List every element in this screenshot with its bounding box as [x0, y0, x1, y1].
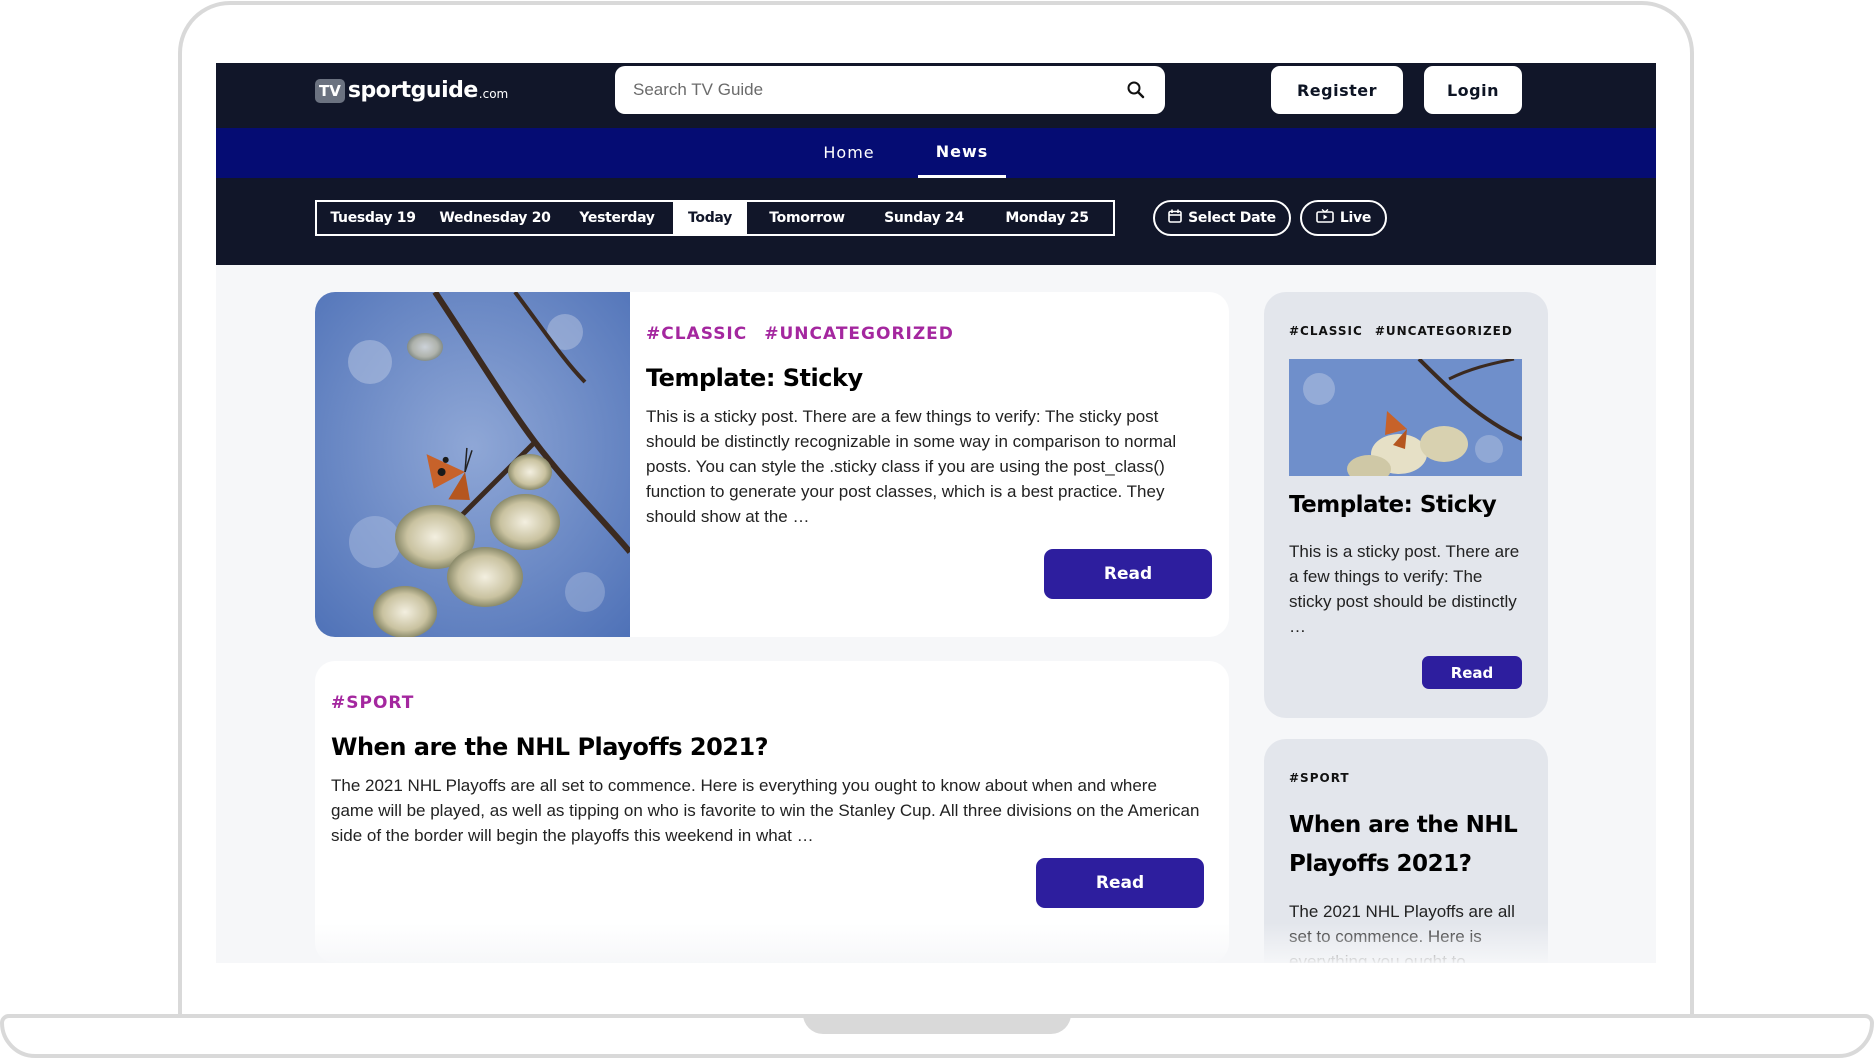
sidebar-post-thumbnail[interactable] — [1289, 359, 1522, 476]
date-tab-yesterday[interactable]: Yesterday — [561, 202, 673, 234]
tag-link[interactable]: #UNCATEGORIZED — [764, 324, 954, 344]
post-card: #SPORT When are the NHL Playoffs 2021? T… — [315, 661, 1229, 963]
sidebar-post-excerpt: This is a sticky post. There are a few t… — [1289, 542, 1520, 636]
sidebar-post-title[interactable]: When are the NHL Playoffs 2021? — [1289, 806, 1529, 884]
date-tab-tuesday-19[interactable]: Tuesday 19 — [317, 202, 429, 234]
date-tab-wednesday-20[interactable]: Wednesday 20 — [429, 202, 561, 234]
live-label: Live — [1339, 210, 1372, 226]
date-tabs: Tuesday 19 Wednesday 20 Yesterday Today … — [315, 200, 1115, 236]
tag-link[interactable]: #CLASSIC — [1289, 324, 1363, 338]
date-tab-today[interactable]: Today — [673, 202, 747, 234]
post-title[interactable]: When are the NHL Playoffs 2021? — [331, 733, 769, 761]
register-button[interactable]: Register — [1271, 66, 1403, 114]
tv-icon — [1316, 208, 1334, 227]
logo-tld: .com — [478, 86, 509, 101]
select-date-button[interactable]: Select Date — [1153, 200, 1291, 236]
logo-badge: TV — [315, 78, 345, 103]
browser-screen: TV sportguide .com Register Login Home N… — [216, 63, 1656, 963]
post-excerpt: This is a sticky post. There are a few t… — [646, 407, 1177, 526]
nav-item-home[interactable]: Home — [804, 128, 894, 178]
login-button[interactable]: Login — [1424, 66, 1522, 114]
calendar-icon — [1168, 209, 1182, 227]
top-header: TV sportguide .com Register Login — [216, 63, 1656, 128]
post-thumbnail[interactable] — [315, 292, 630, 637]
tag-link[interactable]: #UNCATEGORIZED — [1375, 324, 1513, 338]
nav-item-news[interactable]: News — [918, 128, 1006, 178]
site-logo[interactable]: TV sportguide .com — [315, 78, 508, 103]
main-nav: Home News — [216, 128, 1656, 178]
sidebar-post-title[interactable]: Template: Sticky — [1289, 486, 1529, 525]
sidebar-post-card: #CLASSIC #UNCATEGORIZED Template: Sticky… — [1264, 292, 1548, 718]
date-bar: Tuesday 19 Wednesday 20 Yesterday Today … — [216, 178, 1656, 265]
sidebar-post-tags: #CLASSIC #UNCATEGORIZED — [1289, 324, 1513, 338]
select-date-label: Select Date — [1188, 210, 1276, 226]
scroll-fade — [216, 923, 1656, 963]
tag-link[interactable]: #SPORT — [331, 693, 414, 713]
post-title[interactable]: Template: Sticky — [646, 364, 863, 392]
post-card: #CLASSIC #UNCATEGORIZED Template: Sticky… — [315, 292, 1229, 637]
search-input[interactable] — [615, 66, 1165, 114]
read-button[interactable]: Read — [1036, 858, 1204, 908]
tag-link[interactable]: #SPORT — [1289, 771, 1350, 785]
read-button[interactable]: Read — [1422, 656, 1522, 689]
read-button[interactable]: Read — [1044, 549, 1212, 599]
sidebar-post-tags: #SPORT — [1289, 771, 1350, 785]
post-excerpt: The 2021 NHL Playoffs are all set to com… — [331, 776, 1200, 845]
date-tab-sunday-24[interactable]: Sunday 24 — [867, 202, 981, 234]
live-button[interactable]: Live — [1300, 200, 1387, 236]
laptop-notch — [803, 1014, 1071, 1034]
tag-link[interactable]: #CLASSIC — [646, 324, 747, 344]
date-tab-monday-25[interactable]: Monday 25 — [981, 202, 1113, 234]
post-tags: #SPORT — [331, 693, 414, 713]
post-tags: #CLASSIC #UNCATEGORIZED — [646, 324, 954, 344]
search-icon[interactable] — [1126, 80, 1146, 100]
logo-wordmark: sportguide — [347, 78, 478, 103]
date-tab-tomorrow[interactable]: Tomorrow — [747, 202, 867, 234]
